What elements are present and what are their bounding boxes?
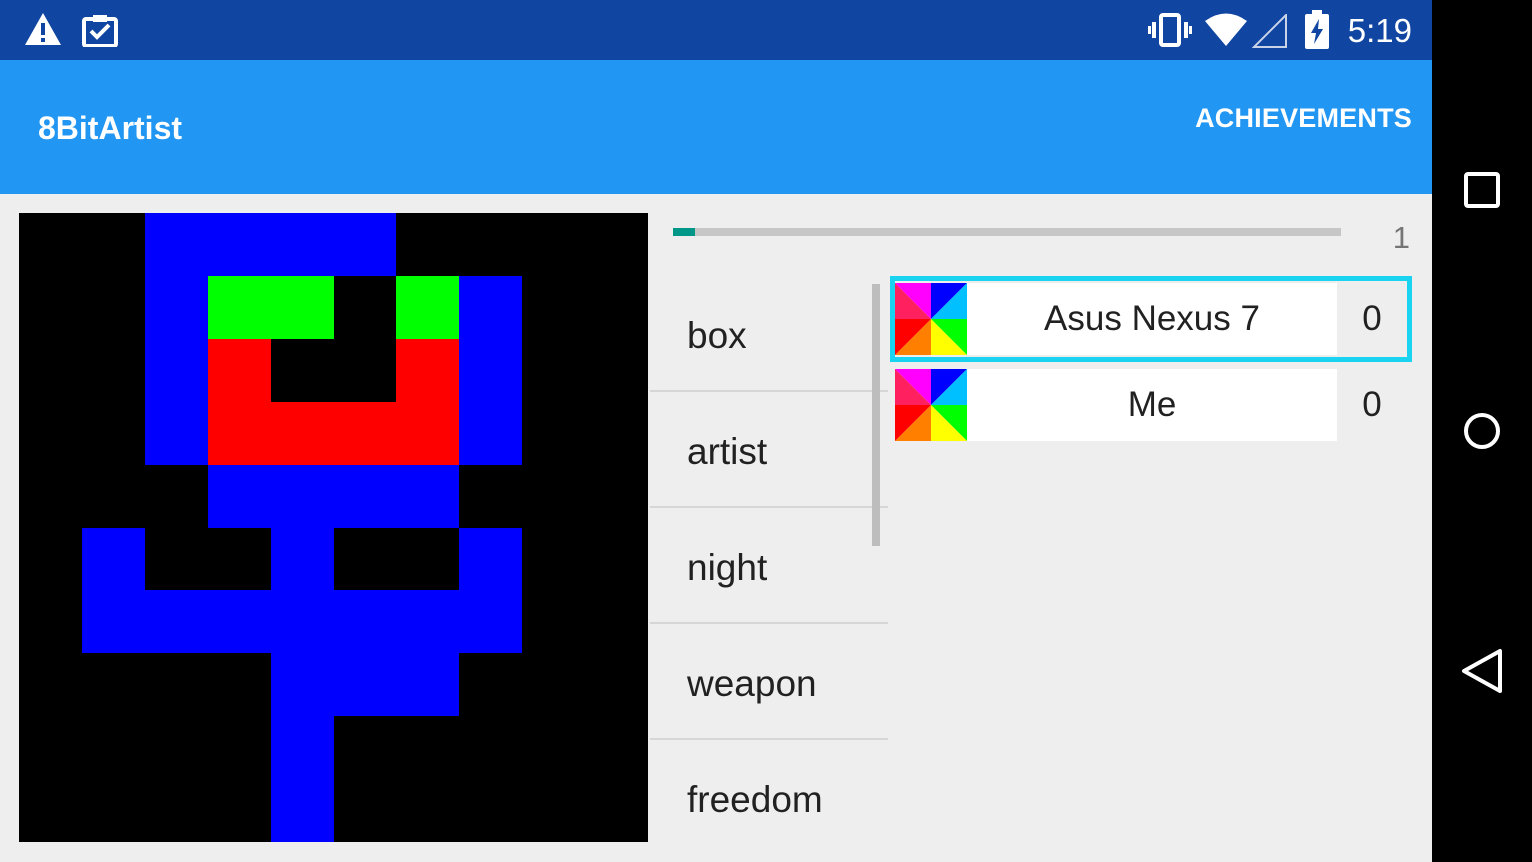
progress-fill bbox=[673, 228, 695, 236]
pixel-cell bbox=[459, 402, 522, 465]
pixel-cell bbox=[145, 590, 208, 653]
pixel-cell bbox=[271, 213, 334, 276]
pixel-cell bbox=[208, 402, 271, 465]
home-circle-icon[interactable] bbox=[1460, 411, 1504, 456]
pixel-cell bbox=[396, 590, 459, 653]
pixel-cell bbox=[208, 276, 271, 339]
pixel-cell bbox=[145, 339, 208, 402]
rainbow-pinwheel-icon bbox=[895, 283, 967, 355]
pixel-cell bbox=[82, 528, 145, 590]
pixel-cell bbox=[271, 465, 334, 528]
pixel-cell bbox=[334, 590, 396, 653]
achievements-button[interactable]: ACHIEVEMENTS bbox=[1195, 102, 1412, 134]
pixel-cell bbox=[271, 716, 334, 779]
pixel-cell bbox=[145, 276, 208, 339]
player-name-box: Asus Nexus 7 bbox=[967, 283, 1337, 355]
back-triangle-icon[interactable] bbox=[1460, 648, 1504, 699]
wifi-icon bbox=[1204, 12, 1248, 53]
list-item[interactable]: box bbox=[650, 276, 888, 392]
pixel-cell bbox=[396, 402, 459, 465]
word-label: weapon bbox=[687, 663, 817, 704]
player-score: 0 bbox=[1362, 299, 1382, 338]
word-label: artist bbox=[687, 431, 768, 472]
pixel-cell bbox=[271, 590, 334, 653]
navigation-bar bbox=[1432, 0, 1532, 862]
pixel-cell bbox=[208, 465, 271, 528]
warning-icon bbox=[24, 12, 62, 51]
word-label: freedom bbox=[687, 779, 823, 820]
player-name: Asus Nexus 7 bbox=[1044, 299, 1260, 338]
list-item[interactable]: freedom bbox=[650, 740, 888, 842]
pixel-cell bbox=[271, 276, 334, 339]
player-list: Asus Nexus 7 0 Me 0 bbox=[890, 276, 1412, 448]
pixel-cell bbox=[459, 339, 522, 402]
rainbow-pinwheel-icon bbox=[895, 369, 967, 441]
pixel-cell bbox=[396, 339, 459, 402]
cell-signal-icon bbox=[1251, 12, 1288, 53]
pixel-cell bbox=[459, 276, 522, 339]
pixel-cell bbox=[334, 653, 396, 716]
pixel-cell bbox=[334, 402, 396, 465]
pixel-cell bbox=[208, 590, 271, 653]
recents-square-icon[interactable] bbox=[1460, 172, 1504, 215]
list-item[interactable]: night bbox=[650, 508, 888, 624]
pixel-cell bbox=[271, 528, 334, 590]
pixel-cell bbox=[459, 528, 522, 590]
app-title: 8BitArtist bbox=[38, 110, 183, 146]
list-item[interactable]: weapon bbox=[650, 624, 888, 740]
pixel-cell bbox=[208, 213, 271, 276]
vibrate-icon bbox=[1148, 13, 1192, 52]
player-row-me[interactable]: Me 0 bbox=[890, 362, 1412, 448]
pixel-cell bbox=[145, 402, 208, 465]
progress-bar bbox=[673, 228, 1341, 236]
word-list: box artist night weapon freedom bbox=[650, 276, 888, 842]
status-clock: 5:19 bbox=[1347, 12, 1412, 49]
pixel-cell bbox=[334, 213, 396, 276]
word-list-scrollbar[interactable] bbox=[872, 284, 880, 546]
pixel-cell bbox=[271, 653, 334, 716]
clipboard-check-icon bbox=[82, 13, 118, 52]
pixel-cell bbox=[396, 465, 459, 528]
pixel-cell bbox=[459, 590, 522, 653]
battery-charging-icon bbox=[1304, 10, 1330, 55]
pixel-cell bbox=[145, 213, 208, 276]
pixel-cell bbox=[334, 465, 396, 528]
player-name-box: Me bbox=[967, 369, 1337, 441]
pixel-cell bbox=[396, 653, 459, 716]
list-item[interactable]: artist bbox=[650, 392, 888, 508]
player-row-asus-nexus-7[interactable]: Asus Nexus 7 0 bbox=[890, 276, 1412, 362]
pixel-cell bbox=[271, 402, 334, 465]
pixel-cell bbox=[271, 779, 334, 842]
word-label: night bbox=[687, 547, 768, 588]
progress-count: 1 bbox=[1392, 220, 1410, 255]
pixel-cell bbox=[396, 276, 459, 339]
pixel-cell bbox=[208, 339, 271, 402]
player-name: Me bbox=[1127, 385, 1177, 424]
pixel-art-canvas[interactable] bbox=[19, 213, 648, 842]
word-label: box bbox=[687, 315, 747, 356]
pixel-cell bbox=[82, 590, 145, 653]
player-score: 0 bbox=[1362, 385, 1382, 424]
app-bar: 8BitArtist ACHIEVEMENTS bbox=[0, 60, 1432, 194]
status-bar: 5:19 bbox=[0, 0, 1432, 60]
app-screen: 5:19 8BitArtist ACHIEVEMENTS 1 box artis… bbox=[0, 0, 1432, 862]
